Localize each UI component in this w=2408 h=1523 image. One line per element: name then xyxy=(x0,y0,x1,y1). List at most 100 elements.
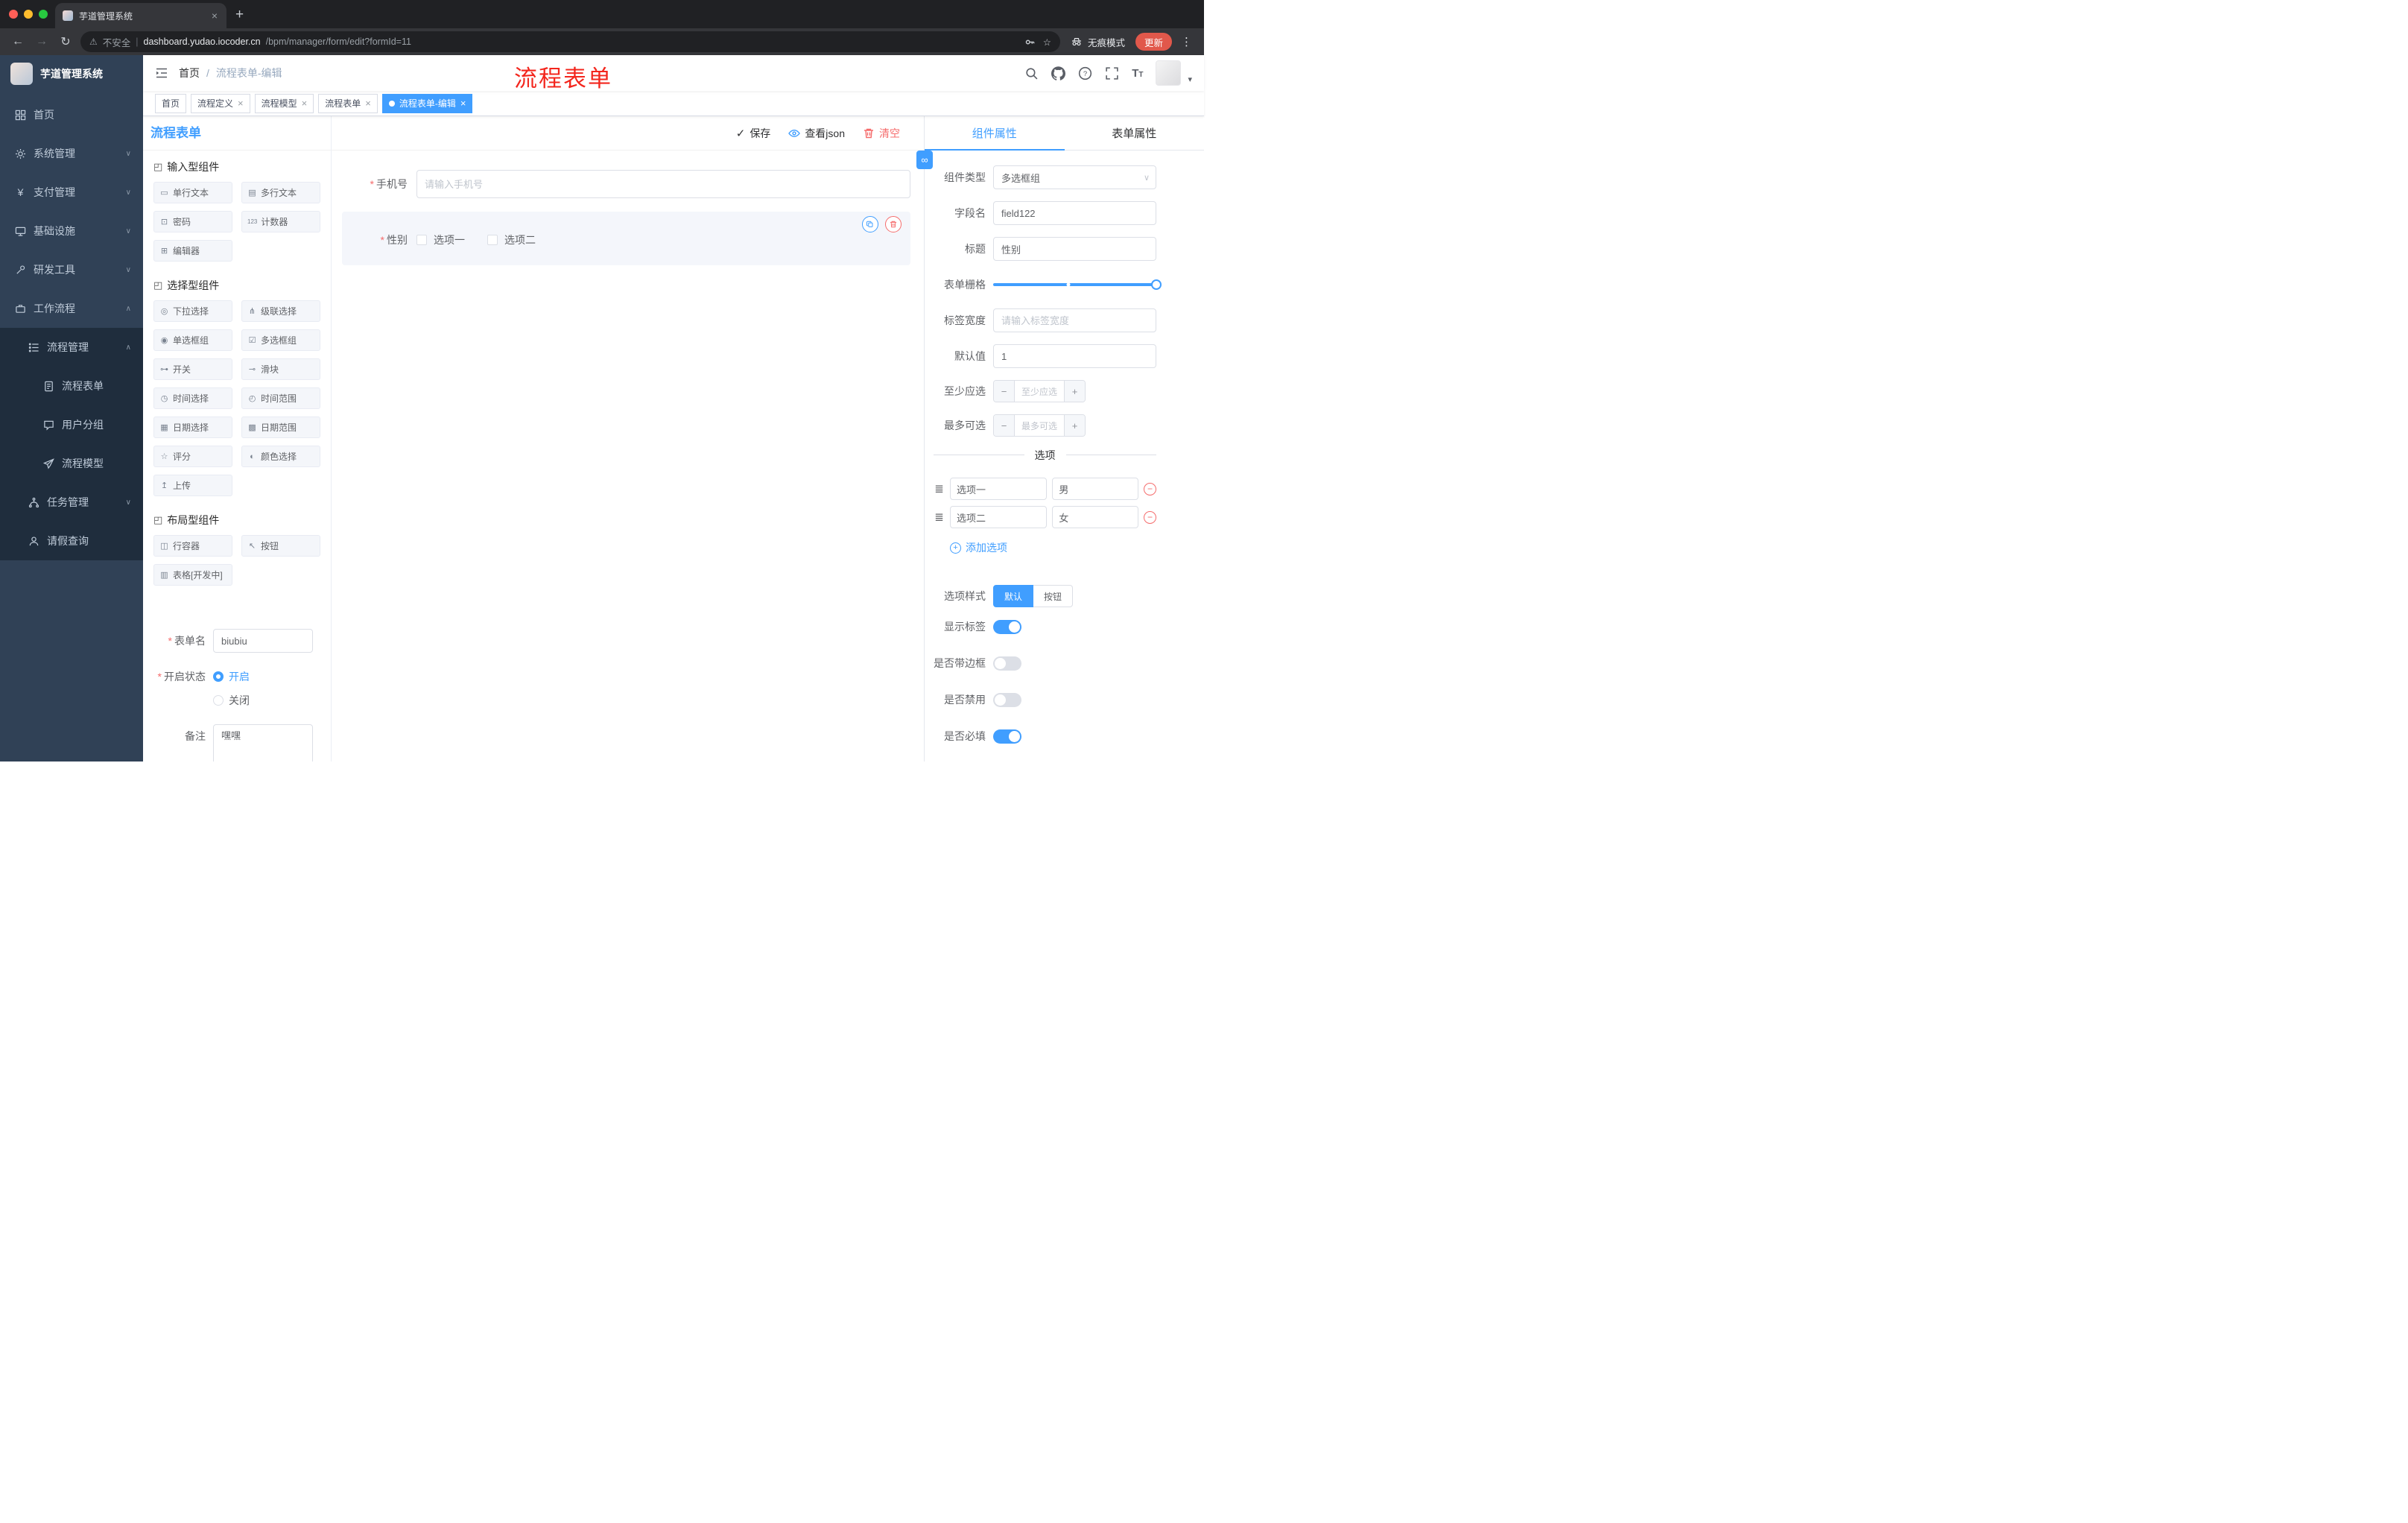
reload-icon[interactable]: ↻ xyxy=(57,34,75,49)
label-width-input[interactable] xyxy=(993,308,1156,332)
back-icon[interactable]: ← xyxy=(9,35,27,48)
palette-item-checkbox-group[interactable]: ☑ 多选框组 xyxy=(241,329,320,351)
decrease-button[interactable]: − xyxy=(994,415,1015,436)
form-name-input[interactable] xyxy=(213,629,313,653)
gender-option2-checkbox[interactable]: 选项二 xyxy=(487,232,536,247)
hamburger-icon[interactable] xyxy=(155,66,168,80)
drag-handle-icon[interactable]: ≣ xyxy=(934,482,945,495)
sidebar-item-process-management[interactable]: 流程管理 ∧ xyxy=(0,328,143,367)
status-on-radio[interactable]: 开启 xyxy=(213,665,250,688)
tab-close-icon[interactable]: × xyxy=(210,10,219,22)
decrease-button[interactable]: − xyxy=(994,381,1015,402)
option2-label-input[interactable] xyxy=(950,506,1048,528)
status-off-radio[interactable]: 关闭 xyxy=(213,688,250,712)
update-button[interactable]: 更新 xyxy=(1135,33,1172,51)
palette-item-password[interactable]: ⊡ 密码 xyxy=(153,211,232,232)
clear-button[interactable]: 清空 xyxy=(863,126,900,141)
help-icon[interactable]: ? xyxy=(1078,66,1092,80)
increase-button[interactable]: + xyxy=(1064,415,1085,436)
palette-item-switch[interactable]: ⊶ 开关 xyxy=(153,358,232,380)
palette-item-textarea[interactable]: ▤ 多行文本 xyxy=(241,182,320,203)
phone-input[interactable] xyxy=(416,170,910,198)
fullscreen-icon[interactable] xyxy=(1105,66,1119,80)
required-toggle[interactable] xyxy=(993,729,1021,744)
field-name-input[interactable] xyxy=(993,201,1156,225)
breadcrumb-home[interactable]: 首页 xyxy=(179,66,200,80)
browser-tab[interactable]: 芋道管理系统 × xyxy=(55,3,226,28)
sidebar-item-process-model[interactable]: 流程模型 xyxy=(0,444,143,483)
palette-item-counter[interactable]: 123 计数器 xyxy=(241,211,320,232)
increase-button[interactable]: + xyxy=(1064,381,1085,402)
search-icon[interactable] xyxy=(1024,66,1039,80)
user-avatar[interactable] xyxy=(1156,60,1182,86)
palette-item-button[interactable]: ↖ 按钮 xyxy=(241,535,320,557)
sidebar-item-dev-tools[interactable]: 研发工具 ∨ xyxy=(0,250,143,289)
sidebar-item-user-group[interactable]: 用户分组 xyxy=(0,405,143,444)
tag-process-form-edit[interactable]: 流程表单-编辑 × xyxy=(381,93,473,113)
show-label-toggle[interactable] xyxy=(993,619,1021,634)
sidebar-item-leave-query[interactable]: 请假查询 xyxy=(0,522,143,560)
sidebar-item-home[interactable]: 首页 xyxy=(0,95,143,134)
option1-label-input[interactable] xyxy=(950,478,1048,500)
close-icon[interactable]: × xyxy=(302,98,308,109)
form-grid-slider[interactable] xyxy=(993,273,1162,297)
palette-item-date-picker[interactable]: ▦ 日期选择 xyxy=(153,417,232,438)
delete-component-button[interactable] xyxy=(885,216,902,232)
disabled-toggle[interactable] xyxy=(993,692,1021,707)
palette-item-editor[interactable]: ⊞ 编辑器 xyxy=(153,240,232,262)
drag-handle-icon[interactable]: ≣ xyxy=(934,510,945,524)
slider-handle[interactable] xyxy=(1151,279,1162,290)
remove-option-icon[interactable]: − xyxy=(1144,482,1156,495)
gender-option1-checkbox[interactable]: 选项一 xyxy=(416,232,465,247)
sidebar-item-payment[interactable]: ¥ 支付管理 ∨ xyxy=(0,173,143,212)
phone-field[interactable]: 手机号 xyxy=(342,164,910,204)
palette-item-time-range[interactable]: ◴ 时间范围 xyxy=(241,387,320,409)
tag-home[interactable]: 首页 xyxy=(155,93,187,113)
sidebar-item-task-management[interactable]: 任务管理 ∨ xyxy=(0,483,143,522)
style-default-button[interactable]: 默认 xyxy=(993,585,1034,607)
option1-value-input[interactable] xyxy=(1052,478,1138,500)
tag-process-form[interactable]: 流程表单 × xyxy=(318,93,378,113)
min-select-value[interactable]: 至少应选 xyxy=(1015,381,1064,402)
palette-item-table[interactable]: ▥ 表格[开发中] xyxy=(153,564,232,586)
palette-item-rate[interactable]: ☆ 评分 xyxy=(153,446,232,467)
password-key-icon[interactable] xyxy=(1024,37,1036,48)
component-type-select[interactable]: 多选框组 ∨ xyxy=(993,165,1156,189)
close-icon[interactable]: × xyxy=(365,98,371,109)
option2-value-input[interactable] xyxy=(1052,506,1138,528)
tag-process-model[interactable]: 流程模型 × xyxy=(254,93,314,113)
palette-item-single-text[interactable]: ▭ 单行文本 xyxy=(153,182,232,203)
palette-item-color-picker[interactable]: ◐ 颜色选择 xyxy=(241,446,320,467)
drawing-board[interactable]: 手机号 xyxy=(332,151,924,762)
palette-item-date-range[interactable]: ▩ 日期范围 xyxy=(241,417,320,438)
tab-form-props[interactable]: 表单属性 xyxy=(1065,116,1205,150)
new-tab-button[interactable]: + xyxy=(235,7,244,23)
style-button-button[interactable]: 按钮 xyxy=(1033,585,1074,607)
sidebar-item-system[interactable]: 系统管理 ∨ xyxy=(0,134,143,173)
avatar-caret-icon[interactable]: ▾ xyxy=(1188,75,1192,86)
view-json-button[interactable]: 查看json xyxy=(788,126,845,141)
sidebar-item-process-form[interactable]: 流程表单 xyxy=(0,367,143,405)
palette-item-row-container[interactable]: ◫ 行容器 xyxy=(153,535,232,557)
palette-item-upload[interactable]: ↥ 上传 xyxy=(153,475,232,496)
tag-process-definition[interactable]: 流程定义 × xyxy=(191,93,250,113)
palette-item-cascader[interactable]: ⋔ 级联选择 xyxy=(241,300,320,322)
zoom-window-button[interactable] xyxy=(39,10,48,19)
close-window-button[interactable] xyxy=(9,10,18,19)
palette-item-radio-group[interactable]: ◉ 单选框组 xyxy=(153,329,232,351)
close-icon[interactable]: × xyxy=(238,98,244,109)
remark-textarea[interactable]: 嘿嘿 xyxy=(213,724,313,762)
forward-icon[interactable]: → xyxy=(33,35,51,48)
gender-field-selected[interactable]: 性别 选项一 选项二 xyxy=(342,212,910,265)
font-size-icon[interactable]: TT xyxy=(1132,67,1143,80)
bookmark-star-icon[interactable]: ☆ xyxy=(1043,37,1051,48)
browser-menu-icon[interactable]: ⋮ xyxy=(1178,35,1195,48)
palette-item-select[interactable]: ◎ 下拉选择 xyxy=(153,300,232,322)
copy-component-button[interactable] xyxy=(862,216,878,232)
close-icon[interactable]: × xyxy=(460,98,466,109)
minimize-window-button[interactable] xyxy=(24,10,33,19)
palette-item-time-picker[interactable]: ◷ 时间选择 xyxy=(153,387,232,409)
url-bar[interactable]: ⚠ 不安全 | dashboard.yudao.iocoder.cn /bpm/… xyxy=(80,31,1060,52)
default-value-input[interactable] xyxy=(993,344,1156,368)
add-option-button[interactable]: + 添加选项 xyxy=(950,540,1007,555)
